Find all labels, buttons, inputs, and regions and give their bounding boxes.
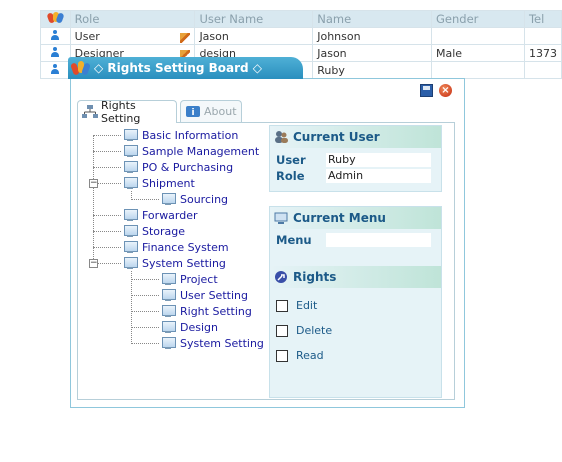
tree-item-design[interactable]: Design: [160, 319, 218, 335]
checkbox-box[interactable]: [276, 349, 288, 362]
key-icon: [274, 270, 288, 284]
current-menu-title: Current Menu: [293, 211, 386, 225]
dialog-title: ◇ Rights Setting Board ◇: [94, 61, 263, 75]
monitor-icon: [122, 209, 138, 221]
monitor-icon: [122, 129, 138, 141]
monitor-icon: [160, 193, 176, 205]
user-icon: [50, 29, 60, 40]
monitor-icon: [160, 321, 176, 333]
edit-pencil-icon[interactable]: [180, 32, 191, 43]
monitor-icon: [122, 241, 138, 253]
edit-checkbox[interactable]: Edit: [276, 299, 317, 312]
menu-label: Menu: [276, 233, 312, 247]
tree-item-basic-information[interactable]: Basic Information: [122, 127, 238, 143]
cell-tel: 1373: [523, 44, 562, 62]
cell-name: Johnson: [312, 27, 432, 45]
monitor-icon: [274, 211, 288, 225]
tree-item-sourcing[interactable]: Sourcing: [160, 191, 228, 207]
tree-item-sample-management[interactable]: Sample Management: [122, 143, 259, 159]
current-menu-header: Current Menu: [270, 207, 441, 229]
users-icon: [274, 130, 288, 144]
column-header-tel[interactable]: Tel: [523, 10, 562, 28]
collapse-toggle-icon[interactable]: −: [89, 259, 98, 268]
tree-item-finance-system[interactable]: Finance System: [122, 239, 229, 255]
collapse-toggle-icon[interactable]: −: [89, 179, 98, 188]
rights-title: Rights: [293, 270, 337, 284]
delete-checkbox[interactable]: Delete: [276, 324, 332, 337]
tab-label: About: [204, 105, 237, 118]
tree-item-po-purchasing[interactable]: PO & Purchasing: [122, 159, 233, 175]
save-icon[interactable]: [420, 84, 433, 97]
monitor-icon: [122, 225, 138, 237]
app-logo-icon: [70, 61, 91, 76]
menu-value: [326, 233, 431, 247]
org-chart-icon: [82, 105, 98, 119]
role-label: Role: [276, 169, 305, 183]
cell-gender: [431, 61, 525, 79]
role-value: Admin: [326, 169, 431, 183]
current-user-header: Current User: [270, 126, 441, 148]
cell-tel: [523, 27, 562, 45]
monitor-icon: [122, 161, 138, 173]
read-checkbox[interactable]: Read: [276, 349, 324, 362]
current-user-title: Current User: [293, 130, 380, 144]
column-header-role[interactable]: Role: [69, 10, 196, 28]
monitor-icon: [122, 145, 138, 157]
dialog-titlebar[interactable]: ◇ Rights Setting Board ◇: [68, 57, 303, 79]
checkbox-box[interactable]: [276, 299, 288, 312]
close-icon[interactable]: ×: [439, 84, 452, 97]
tab-label: Rights Setting: [101, 99, 141, 125]
cell-gender: Male: [431, 44, 525, 62]
cell-tel: [523, 61, 562, 79]
tree-item-system-setting-child[interactable]: System Setting: [160, 335, 264, 351]
tree-item-project[interactable]: Project: [160, 271, 218, 287]
grid-logo-cell: [40, 10, 71, 28]
rights-header: Rights: [270, 266, 441, 288]
app-logo-icon: [46, 11, 65, 24]
tree-item-shipment[interactable]: Shipment: [122, 175, 195, 191]
cell-name: Jason: [312, 44, 432, 62]
monitor-icon: [122, 177, 138, 189]
user-icon: [50, 63, 60, 74]
column-header-name[interactable]: Name: [312, 10, 432, 28]
tree-item-storage[interactable]: Storage: [122, 223, 185, 239]
tab-about[interactable]: i About: [180, 100, 242, 122]
info-icon: i: [185, 105, 201, 119]
monitor-icon: [160, 273, 176, 285]
column-header-gender[interactable]: Gender: [431, 10, 525, 28]
current-user-panel: Current User User Ruby Role Admin: [269, 125, 442, 192]
cell-name: Ruby: [312, 61, 432, 79]
monitor-icon: [160, 337, 176, 349]
user-value: Ruby: [326, 153, 431, 167]
tree-item-right-setting[interactable]: Right Setting: [160, 303, 252, 319]
checkbox-box[interactable]: [276, 324, 288, 337]
cell-role: User: [74, 29, 100, 43]
tree-item-user-setting[interactable]: User Setting: [160, 287, 248, 303]
cell-username: Jason: [194, 27, 314, 45]
monitor-icon: [160, 289, 176, 301]
monitor-icon: [160, 305, 176, 317]
column-header-username[interactable]: User Name: [194, 10, 314, 28]
tree-item-system-setting[interactable]: System Setting: [122, 255, 226, 271]
tree-item-forwarder[interactable]: Forwarder: [122, 207, 198, 223]
cell-gender: [431, 27, 525, 45]
table-row[interactable]: User Jason Johnson: [40, 27, 562, 45]
user-label: User: [276, 153, 306, 167]
tab-rights-setting[interactable]: Rights Setting: [77, 99, 177, 125]
user-icon: [50, 46, 60, 57]
current-menu-panel: Current Menu Menu Rights Edit Delete Rea…: [269, 206, 442, 398]
svg-text:i: i: [191, 108, 194, 118]
monitor-icon: [122, 257, 138, 269]
grid-header-row: Role User Name Name Gender Tel: [40, 10, 562, 28]
